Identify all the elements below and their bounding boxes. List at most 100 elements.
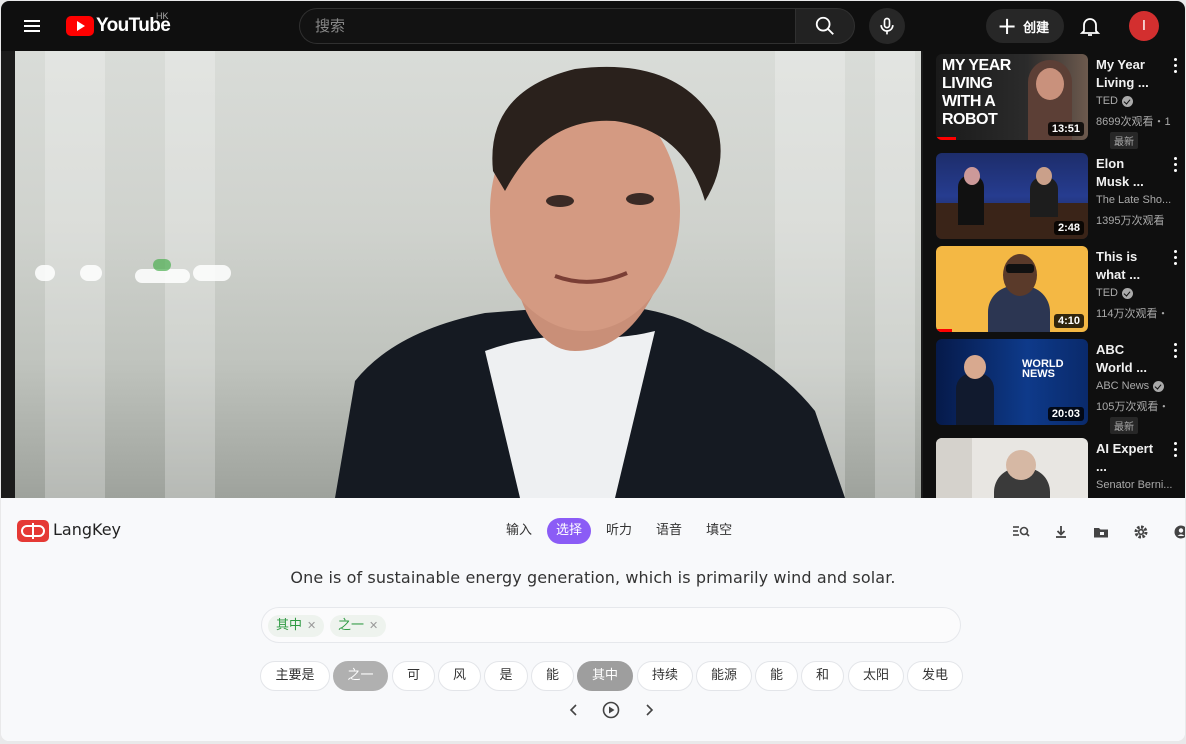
channel-label: TED (1096, 95, 1118, 107)
speaker-figure (335, 66, 845, 498)
word-option[interactable]: 太阳 (848, 661, 904, 691)
word-option[interactable]: 持续 (637, 661, 693, 691)
word-option[interactable]: 能 (531, 661, 574, 691)
word-option[interactable]: 可 (392, 661, 435, 691)
video-thumbnail[interactable]: MY YEAR LIVING WITH A ROBOT 13:51 (936, 54, 1088, 140)
channel-name[interactable]: Senator Berni... (1096, 479, 1185, 491)
chip-label: 之一 (338, 618, 365, 633)
video-frame (15, 51, 921, 498)
word-option[interactable]: 和 (801, 661, 844, 691)
video-thumbnail[interactable] (936, 438, 1088, 498)
create-button[interactable]: + 创建 (986, 9, 1064, 43)
remove-icon[interactable]: ✕ (369, 619, 378, 632)
more-actions-icon[interactable] (1172, 250, 1178, 268)
video-title[interactable]: My Year Living ... (1096, 56, 1158, 94)
video-duration: 4:10 (1053, 314, 1084, 328)
youtube-logo[interactable]: YouTube HK (66, 11, 171, 38)
tab-input[interactable]: 输入 (497, 518, 541, 544)
new-badge: 最新 (1110, 132, 1138, 149)
video-title[interactable]: ABC World ... (1096, 341, 1158, 379)
tab-choose[interactable]: 选择 (547, 518, 592, 544)
verified-icon (1122, 95, 1133, 107)
thumbnail-title-text: MY YEAR LIVING WITH A ROBOT (942, 57, 1011, 128)
remove-icon[interactable]: ✕ (307, 619, 316, 632)
langkey-panel: LangKey 输入 选择 听力 语音 填空 One is of sustain… (1, 498, 1185, 741)
video-thumbnail[interactable]: 4:10 (936, 246, 1088, 332)
word-option[interactable]: 风 (438, 661, 481, 691)
tab-speech[interactable]: 语音 (647, 518, 691, 544)
word-option[interactable]: 能 (755, 661, 798, 691)
video-stats: 105万次观看・ (1096, 401, 1170, 413)
channel-name[interactable]: TED (1096, 287, 1185, 299)
recommendation-item[interactable]: WORLD NEWS 20:03 ABC World ... ABC News … (936, 339, 1185, 434)
bell-icon (1079, 18, 1101, 36)
plus-icon: + (997, 12, 1018, 40)
search-bar (299, 8, 795, 44)
browser-frame: YouTube HK + 创建 (1, 1, 1185, 741)
video-stats: 114万次观看・ (1096, 308, 1169, 320)
avatar[interactable]: I (1129, 11, 1159, 41)
search-input[interactable] (300, 9, 795, 43)
recommendation-item[interactable]: MY YEAR LIVING WITH A ROBOT 13:51 My Yea… (936, 54, 1185, 149)
word-option[interactable]: 主要是 (260, 661, 330, 691)
mode-tabs: 输入 选择 听力 语音 填空 (497, 518, 741, 544)
watch-progress (936, 137, 956, 140)
tab-listening[interactable]: 听力 (597, 518, 641, 544)
menu-icon[interactable] (19, 13, 45, 39)
video-duration: 13:51 (1047, 122, 1084, 136)
answer-box[interactable]: 其中 ✕ 之一 ✕ (261, 607, 961, 643)
download-icon[interactable] (1051, 522, 1071, 542)
settings-icon[interactable] (1131, 522, 1151, 542)
selected-word-chip[interactable]: 之一 ✕ (330, 615, 387, 637)
channel-label: TED (1096, 287, 1118, 299)
new-badge: 最新 (1110, 417, 1138, 434)
next-icon[interactable] (639, 700, 659, 720)
word-option[interactable]: 是 (484, 661, 528, 691)
video-duration: 20:03 (1047, 407, 1084, 421)
video-stats: 8699次观看・1 (1096, 116, 1171, 128)
dictionary-search-icon[interactable] (1011, 522, 1031, 542)
word-option[interactable]: 之一 (333, 661, 388, 691)
channel-label: ABC News (1096, 380, 1150, 392)
tab-fill-blank[interactable]: 填空 (697, 518, 741, 544)
video-thumbnail[interactable]: WORLD NEWS 20:03 (936, 339, 1088, 425)
channel-label: The Late Sho... (1096, 194, 1172, 206)
microphone-icon (880, 17, 894, 35)
verified-icon (1153, 380, 1165, 392)
chip-label: 其中 (276, 618, 303, 633)
voice-search-button[interactable] (869, 8, 905, 44)
selected-word-chip[interactable]: 其中 ✕ (268, 615, 325, 637)
youtube-header: YouTube HK + 创建 (1, 1, 1185, 51)
search-button[interactable] (795, 8, 855, 44)
youtube-play-icon (66, 16, 94, 36)
channel-label: Senator Berni... (1096, 479, 1173, 491)
video-title[interactable]: AI Expert ... (1096, 440, 1158, 478)
word-option[interactable]: 其中 (577, 661, 633, 691)
channel-name[interactable]: The Late Sho... (1096, 194, 1185, 206)
play-icon[interactable] (601, 700, 621, 720)
channel-name[interactable]: TED (1096, 95, 1185, 107)
more-actions-icon[interactable] (1172, 58, 1178, 76)
notifications-button[interactable] (1075, 11, 1105, 41)
folder-icon[interactable] (1091, 522, 1111, 542)
recommendation-item[interactable]: AI Expert ... Senator Berni... (936, 438, 1185, 498)
more-actions-icon[interactable] (1172, 343, 1178, 361)
langkey-logo-icon (17, 520, 49, 542)
recommendation-item[interactable]: 4:10 This is what ... TED 114万次观看・ (936, 246, 1185, 332)
video-thumbnail[interactable]: 2:48 (936, 153, 1088, 239)
video-player[interactable] (1, 51, 923, 498)
word-option[interactable]: 能源 (696, 661, 752, 691)
toolbar (1011, 522, 1185, 542)
recommendation-item[interactable]: 2:48 Elon Musk ... The Late Sho... 1395万… (936, 153, 1185, 239)
account-icon[interactable] (1171, 522, 1185, 542)
region-label: HK (156, 11, 169, 21)
previous-icon[interactable] (564, 700, 584, 720)
video-stats: 1395万次观看 (1096, 215, 1165, 227)
more-actions-icon[interactable] (1172, 442, 1178, 460)
more-actions-icon[interactable] (1172, 157, 1178, 175)
video-title[interactable]: Elon Musk ... (1096, 155, 1158, 193)
channel-name[interactable]: ABC News (1096, 380, 1185, 392)
search-icon (815, 16, 834, 35)
video-title[interactable]: This is what ... (1096, 248, 1158, 286)
word-option[interactable]: 发电 (907, 661, 963, 691)
